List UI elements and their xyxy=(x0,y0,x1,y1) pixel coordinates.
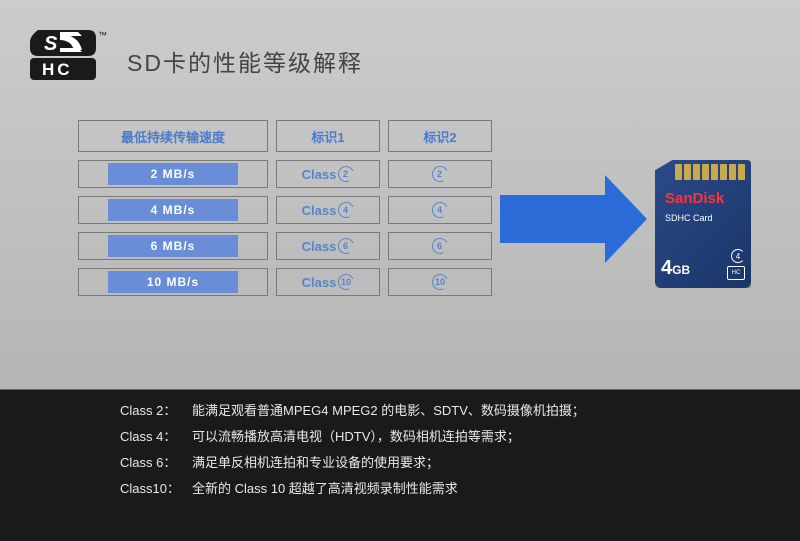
sdcard-type: SDHC Card xyxy=(665,213,743,223)
badge2-cell: 2 xyxy=(388,160,492,188)
class-circle-icon: 4 xyxy=(430,200,451,221)
footer-desc: 全新的 Class 10 超越了高清视频录制性能需求 xyxy=(192,476,458,502)
col-badge2: 标识2 2 4 6 10 xyxy=(388,120,492,296)
col-speed: 最低持续传输速度 2 MB/s 4 MB/s 6 MB/s 10 MB/s xyxy=(78,120,268,296)
badge1-cell: Class2 xyxy=(276,160,380,188)
spec-table: 最低持续传输速度 2 MB/s 4 MB/s 6 MB/s 10 MB/s 标识… xyxy=(78,120,492,296)
sdcard-brand: SanDisk xyxy=(665,190,743,207)
badge1-cell: Class6 xyxy=(276,232,380,260)
sdcard-contacts xyxy=(675,164,745,180)
class-circle-icon: 6 xyxy=(430,236,451,257)
class-circle-icon: 10 xyxy=(430,272,451,293)
header-badge1: 标识1 xyxy=(276,120,380,152)
header: S ™ HC SD卡的性能等级解释 xyxy=(30,28,363,80)
class-circle-icon: 6 xyxy=(336,236,357,257)
class-text: Class xyxy=(302,203,337,218)
speed-value: 6 MB/s xyxy=(108,235,238,257)
badge2-cell: 4 xyxy=(388,196,492,224)
speed-cell: 6 MB/s xyxy=(78,232,268,260)
badge2-cell: 6 xyxy=(388,232,492,260)
footer-descriptions: Class 2：能满足观看普通MPEG4 MPEG2 的电影、SDTV、数码摄像… xyxy=(120,398,760,502)
class-circle-icon: 10 xyxy=(336,272,357,293)
svg-text:HC: HC xyxy=(42,60,73,79)
speed-value: 4 MB/s xyxy=(108,199,238,221)
sdcard-sdhc-icon: HC xyxy=(727,266,745,280)
sdcard-class-icon: 4 xyxy=(731,249,745,263)
footer-row: Class 6：满足单反相机连拍和专业设备的使用要求； xyxy=(120,450,760,476)
badge1-cell: Class10 xyxy=(276,268,380,296)
sdhc-logo: S ™ HC xyxy=(30,28,115,80)
class-circle-icon: 4 xyxy=(336,200,357,221)
footer-desc: 满足单反相机连拍和专业设备的使用要求； xyxy=(192,450,439,476)
class-text: Class xyxy=(302,275,337,290)
class-text: Class xyxy=(302,167,337,182)
sdcard-capacity: 4GB xyxy=(661,257,690,280)
speed-cell: 2 MB/s xyxy=(78,160,268,188)
col-badge1: 标识1 Class2 Class4 Class6 Class10 xyxy=(276,120,380,296)
footer-row: Class 4：可以流畅播放高清电视（HDTV），数码相机连拍等需求； xyxy=(120,424,760,450)
class-text: Class xyxy=(302,239,337,254)
footer-class-label: Class 2： xyxy=(120,398,192,424)
footer-row: Class10：全新的 Class 10 超越了高清视频录制性能需求 xyxy=(120,476,760,502)
footer-class-label: Class 6： xyxy=(120,450,192,476)
speed-cell: 10 MB/s xyxy=(78,268,268,296)
footer-class-label: Class 4： xyxy=(120,424,192,450)
speed-value: 2 MB/s xyxy=(108,163,238,185)
badge1-cell: Class4 xyxy=(276,196,380,224)
header-badge2: 标识2 xyxy=(388,120,492,152)
footer-desc: 能满足观看普通MPEG4 MPEG2 的电影、SDTV、数码摄像机拍摄； xyxy=(192,398,585,424)
svg-text:S: S xyxy=(44,33,58,55)
sdcard-image: SanDisk SDHC Card 4GB 4 HC xyxy=(655,160,751,288)
footer-class-label: Class10： xyxy=(120,476,192,502)
svg-text:™: ™ xyxy=(98,30,107,40)
class-circle-icon: 2 xyxy=(430,164,451,185)
footer-desc: 可以流畅播放高清电视（HDTV），数码相机连拍等需求； xyxy=(192,424,520,450)
speed-value: 10 MB/s xyxy=(108,271,238,293)
speed-cell: 4 MB/s xyxy=(78,196,268,224)
badge2-cell: 10 xyxy=(388,268,492,296)
footer-row: Class 2：能满足观看普通MPEG4 MPEG2 的电影、SDTV、数码摄像… xyxy=(120,398,760,424)
class-circle-icon: 2 xyxy=(336,164,357,185)
page-title: SD卡的性能等级解释 xyxy=(127,44,363,80)
header-speed: 最低持续传输速度 xyxy=(78,120,268,152)
